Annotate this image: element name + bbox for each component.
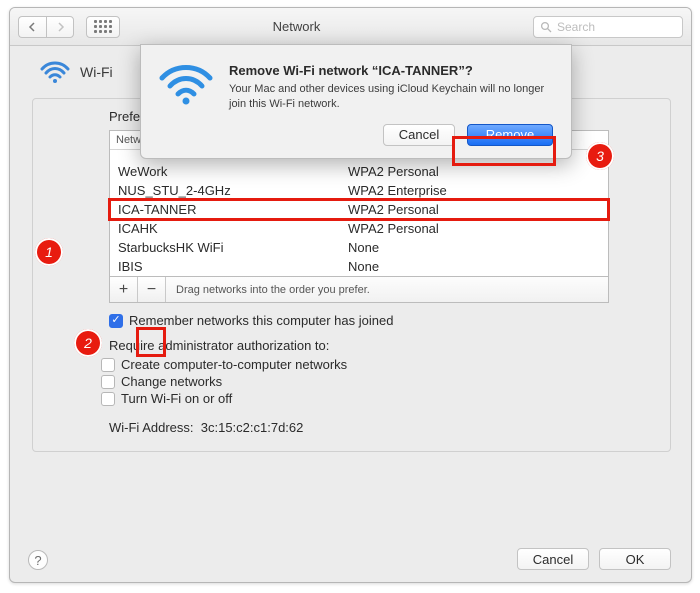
auth-option-label: Change networks [121,374,222,389]
auth-option-row[interactable]: Create computer-to-computer networks [101,357,646,372]
auth-toggle-wifi-checkbox[interactable] [101,392,115,406]
table-row[interactable]: ICAHK WPA2 Personal [110,219,608,238]
search-field[interactable]: Search [533,16,683,38]
table-row[interactable]: StarbucksHK WiFi None [110,238,608,257]
wifi-large-icon [159,63,213,112]
callout-1: 1 [35,238,63,266]
auth-option-row[interactable]: Change networks [101,374,646,389]
back-button[interactable] [18,16,46,38]
search-icon [540,21,552,33]
auth-option-row[interactable]: Turn Wi-Fi on or off [101,391,646,406]
titlebar: Network Search [10,8,691,46]
add-network-button[interactable]: + [110,277,138,302]
auth-option-label: Create computer-to-computer networks [121,357,347,372]
remember-networks-row[interactable]: Remember networks this computer has join… [109,313,646,328]
table-row[interactable]: NUS_STU_2-4GHz WPA2 Enterprise [110,181,608,200]
wifi-label: Wi-Fi [80,64,113,80]
auth-change-checkbox[interactable] [101,375,115,389]
sheet-description: Your Mac and other devices using iCloud … [229,82,553,112]
sheet-title: Remove Wi-Fi network “ICA-TANNER”? [229,63,553,78]
cancel-button[interactable]: Cancel [517,548,589,570]
search-placeholder: Search [557,20,595,34]
callout-2: 2 [74,329,102,357]
callout-3: 3 [586,142,614,170]
help-button[interactable]: ? [28,550,48,570]
remove-network-button[interactable]: − [138,277,166,302]
auth-c2c-checkbox[interactable] [101,358,115,372]
wifi-address-value: 3c:15:c2:c1:7d:62 [201,420,304,435]
table-row[interactable]: IBIS None [110,257,608,276]
table-controls: + − Drag networks into the order you pre… [109,277,609,303]
drag-hint: Drag networks into the order you prefer. [166,284,370,296]
wifi-address-row: Wi-Fi Address: 3c:15:c2:c1:7d:62 [109,420,646,435]
remember-networks-checkbox[interactable] [109,314,123,328]
sheet-cancel-button[interactable]: Cancel [383,124,455,146]
dialog-buttons: Cancel OK [517,548,671,570]
sheet-message: Remove Wi-Fi network “ICA-TANNER”? Your … [229,63,553,112]
remember-networks-label: Remember networks this computer has join… [129,313,393,328]
window-title: Network [66,19,527,34]
table-row-selected[interactable]: ICA-TANNER WPA2 Personal [110,200,608,219]
require-auth-label: Require administrator authorization to: [109,338,646,353]
highlight-sheet-remove [452,136,556,166]
network-preferences-window: Network Search Wi-Fi Prefe Network Name … [9,7,692,583]
ok-button[interactable]: OK [599,548,671,570]
auth-option-label: Turn Wi-Fi on or off [121,391,232,406]
wifi-address-label: Wi-Fi Address: [109,420,194,435]
highlight-remove-button [136,327,166,357]
wifi-icon [40,60,70,84]
